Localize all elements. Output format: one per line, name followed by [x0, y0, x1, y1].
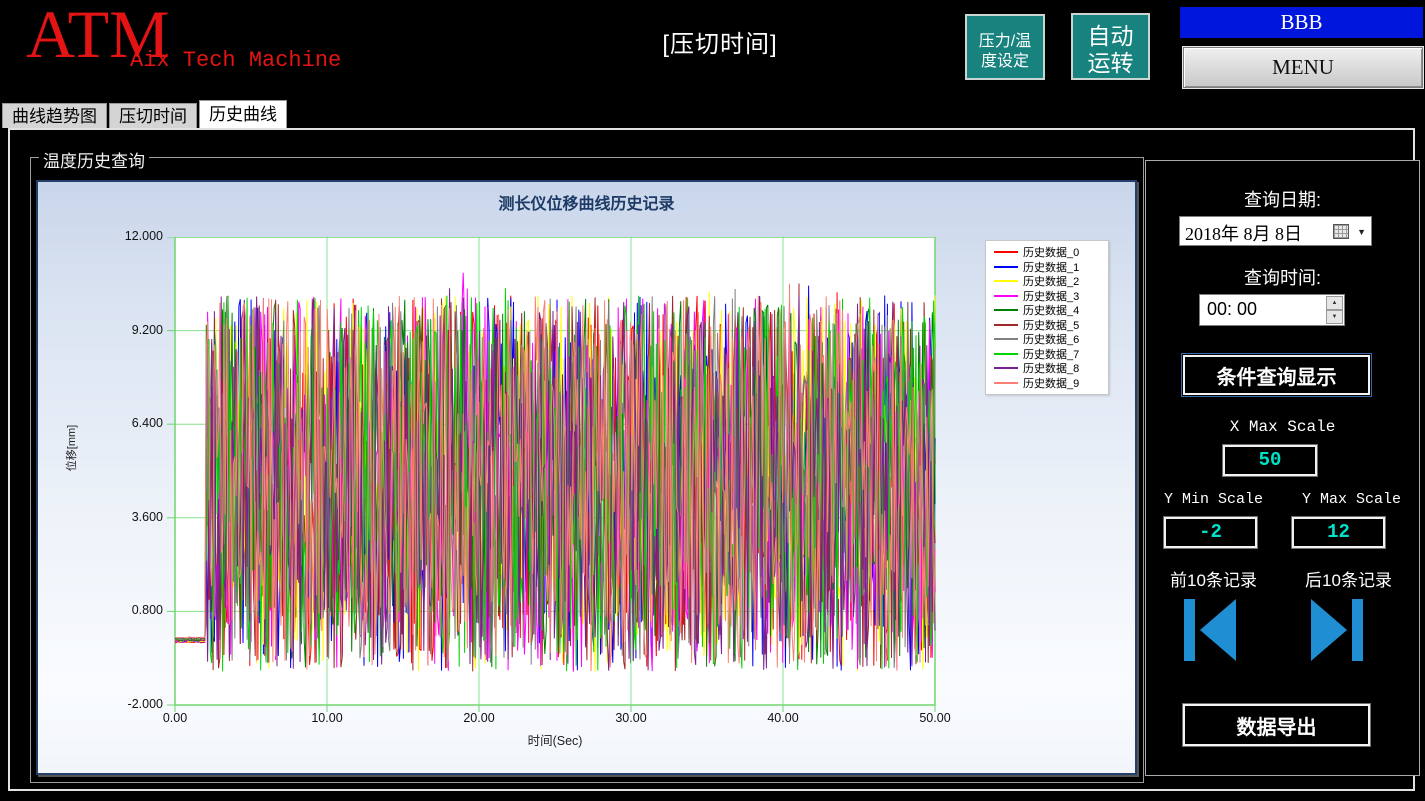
logo-subtitle: Aix Tech Machine — [130, 48, 342, 73]
x-max-scale-input[interactable]: 50 — [1223, 445, 1317, 476]
legend-item: 历史数据_0 — [986, 245, 1108, 260]
x-max-scale-label: X Max Scale — [1229, 418, 1336, 436]
query-date-value: 2018年 8月 8日 — [1185, 224, 1302, 244]
legend-line-swatch — [994, 323, 1018, 326]
query-time-input[interactable]: 00: 00 ▲ ▼ — [1199, 294, 1345, 326]
y-max-scale-input[interactable]: 12 — [1292, 517, 1385, 548]
legend-item: 历史数据_9 — [986, 376, 1108, 391]
prev-bar-icon — [1184, 598, 1195, 661]
next-triangle-icon — [1311, 598, 1347, 661]
auto-run-button[interactable]: 自动 运转 — [1071, 13, 1150, 80]
legend-line-swatch — [994, 367, 1018, 370]
legend-item: 历史数据_1 — [986, 260, 1108, 275]
query-time-value: 00: 00 — [1207, 299, 1258, 319]
legend-line-swatch — [994, 280, 1018, 283]
y-tick-label: 0.800 — [131, 603, 163, 618]
auto-run-line2: 运转 — [1087, 49, 1134, 76]
y-tick-label: 12.000 — [124, 229, 163, 243]
condition-query-button[interactable]: 条件查询显示 — [1181, 353, 1372, 397]
pressure-temp-line1: 压力/温 — [978, 33, 1032, 50]
x-tick-label: 40.00 — [767, 711, 799, 725]
pressure-temp-line2: 度设定 — [980, 53, 1029, 70]
y-min-scale-label: Y Min Scale — [1163, 491, 1264, 508]
tab-press-cut-time[interactable]: 压切时间 — [109, 103, 197, 128]
legend-item: 历史数据_8 — [986, 361, 1108, 376]
legend-line-swatch — [994, 294, 1018, 297]
tab-bar: 曲线趋势图 压切时间 历史曲线 — [2, 100, 289, 128]
x-axis-title: 时间(Sec) — [527, 734, 583, 748]
legend-item: 历史数据_2 — [986, 274, 1108, 289]
auto-run-line1: 自动 — [1087, 22, 1134, 49]
chart-legend: 历史数据_0 历史数据_1 历史数据_2 历史数据_3 历史数据_4 历史数据_5 历史数据… — [985, 240, 1109, 395]
chart-title: 测长仪位移曲线历史记录 — [498, 196, 675, 213]
query-date-label: 查询日期: — [1243, 190, 1321, 210]
x-tick-label: 0.00 — [162, 711, 188, 725]
query-time-label: 查询时间: — [1243, 268, 1321, 288]
y-min-scale-input[interactable]: -2 — [1164, 517, 1257, 548]
data-export-button[interactable]: 数据导出 — [1183, 704, 1370, 746]
bbb-status-banner: BBB — [1180, 7, 1423, 38]
next-bar-icon — [1352, 598, 1363, 661]
calendar-dropdown-arrow-icon[interactable]: ▼ — [1357, 226, 1366, 238]
legend-line-swatch — [994, 381, 1018, 384]
spinner-down-icon[interactable]: ▼ — [1326, 310, 1343, 324]
x-tick-label: 30.00 — [615, 711, 647, 725]
legend-item: 历史数据_5 — [986, 318, 1108, 333]
temperature-history-groupbox: 温度历史查询 测长仪位移曲线历史记录 位移[mm] 12.000 9.200 6.4… — [30, 147, 1144, 783]
y-tick-label: 9.200 — [131, 322, 163, 337]
legend-line-swatch — [994, 309, 1018, 312]
tab-curve-trend[interactable]: 曲线趋势图 — [2, 103, 107, 128]
y-tick-label: 3.600 — [131, 509, 163, 524]
legend-line-swatch — [994, 265, 1018, 268]
x-tick-label: 50.00 — [919, 711, 951, 725]
legend-item: 历史数据_3 — [986, 289, 1108, 304]
chart-panel: 测长仪位移曲线历史记录 位移[mm] 12.000 9.200 6.400 3.600… — [36, 180, 1137, 775]
spinner-up-icon[interactable]: ▲ — [1326, 296, 1343, 310]
pressure-temp-settings-button[interactable]: 压力/温 度设定 — [965, 14, 1045, 80]
y-axis-title: 位移[mm] — [66, 424, 78, 472]
x-tick-label: 10.00 — [311, 711, 343, 725]
legend-item: 历史数据_4 — [986, 303, 1108, 318]
legend-item: 历史数据_6 — [986, 332, 1108, 347]
tab-history-curve[interactable]: 历史曲线 — [199, 100, 287, 128]
y-max-scale-label: Y Max Scale — [1301, 491, 1402, 508]
next-10-records-label: 后10条记录 — [1305, 571, 1392, 590]
x-tick-label: 20.00 — [463, 711, 495, 725]
y-tick-label: 6.400 — [131, 416, 163, 431]
prev-10-records-label: 前10条记录 — [1170, 571, 1257, 590]
query-panel: 查询日期: 2018年 8月 8日 ▼ 查询时间: 00: 00 ▲ ▼ 条件查… — [1145, 160, 1420, 776]
prev-10-records-button[interactable] — [1184, 598, 1236, 661]
prev-triangle-icon — [1200, 598, 1236, 661]
y-tick-label: -2.000 — [127, 697, 163, 711]
next-10-records-button[interactable] — [1311, 598, 1363, 661]
groupbox-title: 温度历史查询 — [39, 147, 149, 172]
main-frame: 温度历史查询 测长仪位移曲线历史记录 位移[mm] 12.000 9.200 6.4… — [8, 128, 1420, 791]
page-title: [压切时间] — [662, 31, 778, 58]
legend-series-label: 历史数据_9 — [1023, 377, 1080, 390]
menu-button[interactable]: MENU — [1183, 47, 1423, 88]
chart-plot — [167, 237, 936, 712]
calendar-icon — [1333, 224, 1349, 239]
legend-line-swatch — [994, 352, 1018, 355]
query-date-picker[interactable]: 2018年 8月 8日 ▼ — [1179, 216, 1372, 246]
legend-line-swatch — [994, 338, 1018, 341]
legend-item: 历史数据_7 — [986, 347, 1108, 362]
legend-line-swatch — [994, 251, 1018, 254]
time-spinner: ▲ ▼ — [1326, 296, 1343, 324]
